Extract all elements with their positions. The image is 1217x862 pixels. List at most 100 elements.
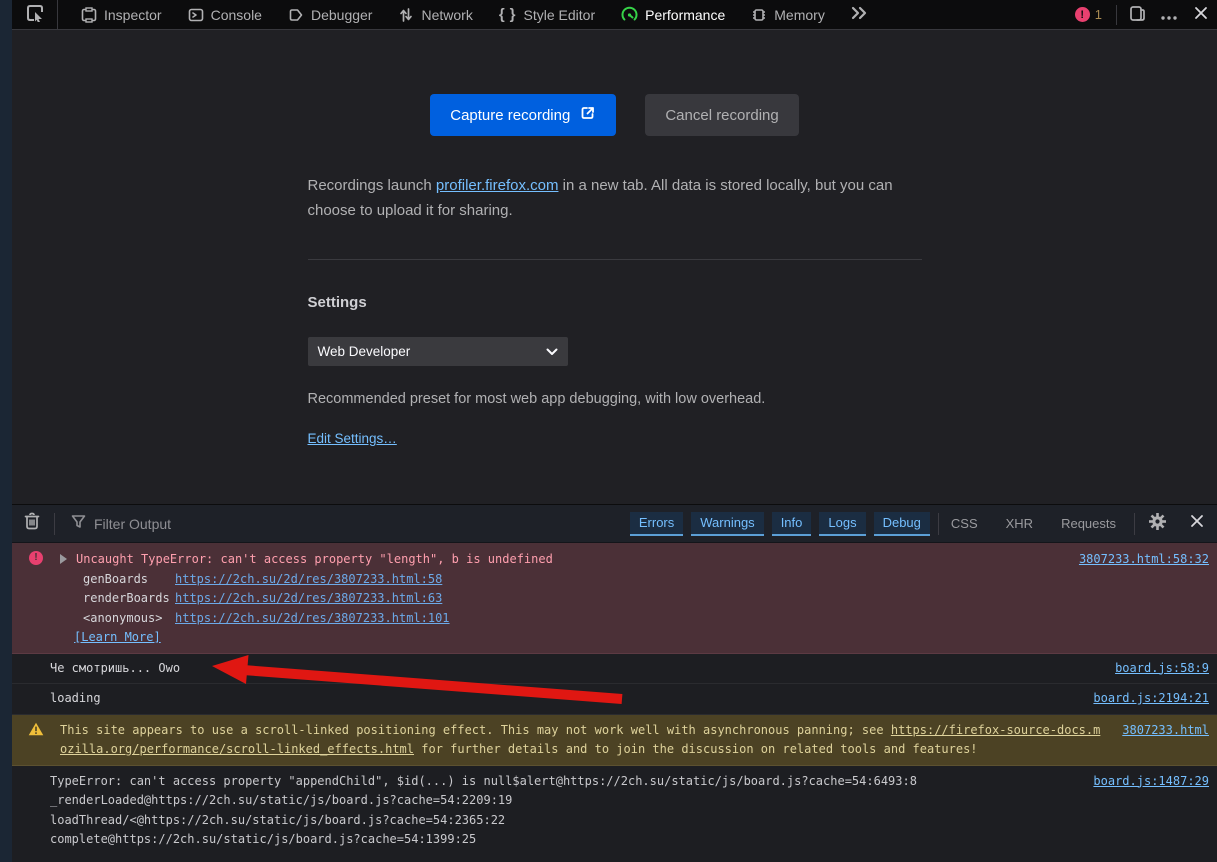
error2-line3: loadThread/<@https://2ch.su/static/js/bo…: [50, 812, 506, 827]
warning-text-before: This site appears to use a scroll-linked…: [60, 722, 891, 737]
tab-console[interactable]: Console: [175, 0, 275, 29]
console-message-error-text: TypeError: can't access property "append…: [12, 765, 1217, 855]
meatball-menu-icon: [1161, 7, 1177, 23]
split-console: Errors Warnings Info Logs Debug CSS XHR …: [12, 504, 1217, 862]
pick-element-icon: [26, 4, 44, 25]
tab-label: Memory: [774, 6, 825, 23]
tab-label: Performance: [645, 6, 726, 23]
memory-icon: [751, 7, 767, 23]
capture-button-label: Capture recording: [450, 106, 571, 124]
chevron-double-right-icon: [850, 6, 868, 23]
stack-function-name: genBoards: [83, 571, 149, 586]
recording-buttons: Capture recording Cancel recording: [12, 94, 1217, 136]
performance-icon: [621, 6, 638, 23]
devtools-window: Inspector Console Debugger Network {} S…: [12, 0, 1217, 862]
filter-output-field: [57, 514, 630, 534]
performance-panel: Capture recording Cancel recording Recor…: [12, 30, 1217, 504]
warning-icon: [28, 722, 44, 743]
source-link[interactable]: 3807233.html: [1122, 721, 1209, 741]
learn-more-line: [Learn More]: [60, 628, 1209, 648]
stack-location-link[interactable]: https://2ch.su/2d/res/3807233.html:101: [175, 609, 450, 629]
source-link[interactable]: board.js:2194:21: [1093, 689, 1209, 709]
learn-more-link[interactable]: [Learn More]: [74, 630, 161, 644]
pick-element-button[interactable]: [12, 0, 58, 29]
console-toolbar: Errors Warnings Info Logs Debug CSS XHR …: [12, 505, 1217, 543]
toolbar-separator: [54, 512, 55, 535]
console-message-warning: This site appears to use a scroll-linked…: [12, 714, 1217, 766]
tab-network[interactable]: Network: [385, 0, 485, 29]
clear-console-button[interactable]: [12, 505, 52, 543]
close-icon: [1190, 514, 1204, 533]
profiler-link[interactable]: profiler.firefox.com: [436, 177, 559, 194]
source-link[interactable]: 3807233.html:58:32: [1079, 550, 1209, 570]
console-settings-button[interactable]: [1137, 505, 1177, 543]
cancel-button-label: Cancel recording: [665, 106, 779, 124]
more-tabs-button[interactable]: [838, 0, 880, 29]
tab-debugger[interactable]: Debugger: [275, 0, 386, 29]
stack-frame: renderBoards https://2ch.su/2d/res/38072…: [60, 589, 1209, 609]
filter-errors-button[interactable]: Errors: [629, 511, 684, 536]
stack-function-name: <anonymous>: [83, 610, 163, 625]
category-filters: CSS XHR Requests: [941, 513, 1126, 534]
warning-message-text: This site appears to use a scroll-linked…: [60, 721, 1106, 760]
console-message-log: Че смотришь... Owo board.js:58:9: [12, 653, 1217, 684]
error2-line1: TypeError: can't access property "append…: [50, 773, 917, 788]
toolbar-separator: [937, 512, 939, 535]
error2-line2: _renderLoaded@https://2ch.su/static/js/b…: [50, 793, 513, 807]
style-editor-icon: { }: [498, 6, 517, 23]
filter-requests-button[interactable]: Requests: [1051, 513, 1126, 534]
filter-warnings-button[interactable]: Warnings: [691, 511, 764, 536]
log-message-text: Че смотришь... Owo: [50, 660, 181, 675]
source-link[interactable]: board.js:58:9: [1115, 659, 1209, 679]
edit-settings-link[interactable]: Edit Settings…: [308, 431, 397, 446]
error-count-badge[interactable]: ! 1: [1065, 7, 1112, 22]
preset-select-value: Web Developer: [317, 344, 411, 359]
log-message-text: loading: [50, 691, 101, 705]
tab-performance[interactable]: Performance: [608, 0, 738, 29]
capture-recording-button[interactable]: Capture recording: [430, 94, 617, 136]
console-message-error: ! Uncaught TypeError: can't access prope…: [12, 543, 1217, 654]
error2-line4: complete@https://2ch.su/static/js/board.…: [50, 832, 477, 846]
console-output: ! Uncaught TypeError: can't access prope…: [12, 543, 1217, 862]
tab-memory[interactable]: Memory: [738, 0, 838, 29]
close-icon: [1194, 6, 1208, 23]
expand-caret-icon[interactable]: [60, 554, 67, 564]
close-split-console-button[interactable]: [1177, 505, 1217, 543]
tabbar-right-controls: ! 1: [1065, 0, 1217, 29]
filter-css-button[interactable]: CSS: [941, 513, 988, 534]
tab-style-editor[interactable]: { } Style Editor: [486, 0, 608, 29]
console-icon: [188, 7, 204, 23]
stack-frame: genBoards https://2ch.su/2d/res/3807233.…: [60, 570, 1209, 590]
tab-label: Inspector: [104, 6, 162, 23]
filter-info-button[interactable]: Info: [771, 511, 812, 536]
log-level-filters: Errors Warnings Info Logs Debug: [629, 511, 930, 536]
stack-location-link[interactable]: https://2ch.su/2d/res/3807233.html:63: [175, 589, 442, 609]
filter-debug-button[interactable]: Debug: [873, 511, 930, 536]
toolbar-separator: [1116, 4, 1117, 25]
recordings-description: Recordings launch profiler.firefox.com i…: [308, 173, 922, 223]
network-icon: [398, 7, 414, 23]
section-divider: [307, 259, 922, 260]
source-link[interactable]: board.js:1487:29: [1093, 772, 1209, 792]
cancel-recording-button[interactable]: Cancel recording: [645, 94, 799, 136]
inspector-icon: [81, 6, 97, 23]
debugger-icon: [288, 7, 304, 23]
external-link-icon: [580, 105, 596, 125]
responsive-design-mode-button[interactable]: [1121, 0, 1153, 30]
filter-xhr-button[interactable]: XHR: [996, 513, 1043, 534]
trash-icon: [24, 512, 40, 535]
warning-text-after: for further details and to join the disc…: [414, 742, 978, 756]
stack-frame: <anonymous> https://2ch.su/2d/res/380723…: [60, 609, 1209, 629]
error-badge-icon: !: [1074, 7, 1090, 22]
meatball-menu-button[interactable]: [1153, 0, 1185, 30]
tab-inspector[interactable]: Inspector: [68, 0, 175, 29]
tab-label: Network: [421, 6, 473, 23]
stack-location-link[interactable]: https://2ch.su/2d/res/3807233.html:58: [175, 570, 442, 590]
recordings-text-before: Recordings launch: [307, 177, 436, 194]
close-devtools-button[interactable]: [1185, 0, 1217, 30]
preset-select[interactable]: Web Developer: [307, 337, 568, 366]
error-message-text: Uncaught TypeError: can't access propert…: [76, 552, 553, 566]
filter-output-input[interactable]: [94, 515, 394, 532]
filter-logs-button[interactable]: Logs: [819, 511, 866, 536]
console-message-log: loading board.js:2194:21: [12, 684, 1217, 715]
